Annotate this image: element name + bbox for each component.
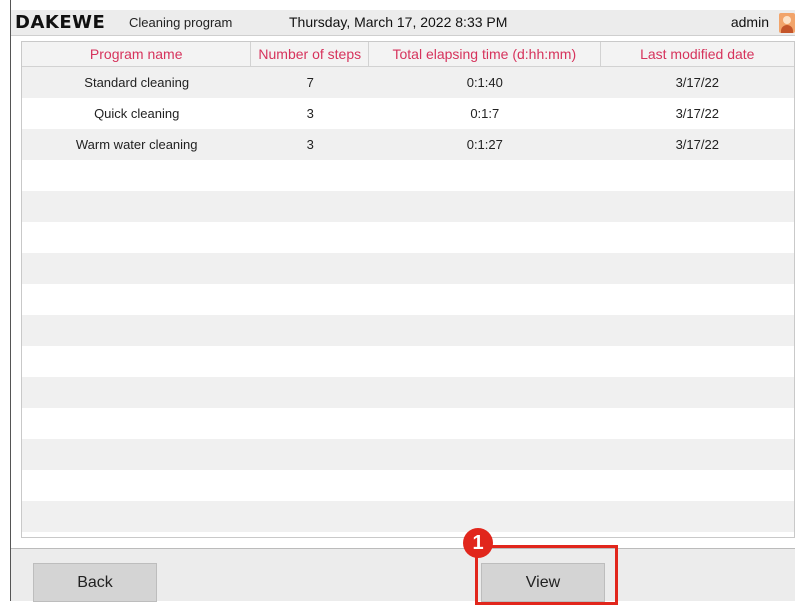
table-cell: 0:1:27: [466, 137, 503, 152]
program-table: Program name Number of steps Total elaps…: [21, 41, 795, 538]
table-cell: 0:1:7: [470, 106, 500, 121]
table-cell: 0:1:40: [466, 75, 503, 90]
brand-logo: DAKEWE: [15, 12, 106, 33]
empty-table-row: [22, 439, 794, 470]
step-marker: 1: [463, 528, 493, 558]
bottom-bar: Back View: [11, 548, 795, 602]
table-cell: 3: [306, 137, 314, 152]
table-row[interactable]: Warm water cleaning 3 0:1:27 3/17/22: [22, 129, 794, 160]
table-cell: 7: [306, 75, 314, 90]
table-header: Program name Number of steps Total elaps…: [22, 42, 794, 67]
table-cell: 3/17/22: [675, 75, 719, 90]
empty-table-row: [22, 377, 794, 408]
column-header-program-name[interactable]: Program name: [22, 42, 252, 66]
empty-table-row: [22, 501, 794, 532]
datetime-display: Thursday, March 17, 2022 8:33 PM: [289, 14, 508, 30]
empty-table-row: [22, 470, 794, 501]
back-button[interactable]: Back: [33, 563, 157, 602]
table-cell: Standard cleaning: [84, 75, 190, 90]
column-header-total-time[interactable]: Total elapsing time (d:hh:mm): [369, 42, 601, 66]
view-button-highlight: [475, 545, 618, 605]
empty-table-row: [22, 191, 794, 222]
username: admin: [730, 14, 769, 30]
empty-table-row: [22, 160, 794, 191]
column-header-number-of-steps[interactable]: Number of steps: [251, 42, 370, 66]
column-header-last-modified[interactable]: Last modified date: [601, 42, 794, 66]
empty-table-row: [22, 346, 794, 377]
table-cell: 3: [306, 106, 314, 121]
top-bar: DAKEWE Cleaning program Thursday, March …: [11, 10, 795, 36]
user-avatar-icon[interactable]: [779, 13, 795, 33]
table-cell: 3/17/22: [675, 106, 719, 121]
empty-table-row: [22, 315, 794, 346]
empty-table-row: [22, 408, 794, 439]
table-cell: Quick cleaning: [94, 106, 180, 121]
empty-table-row: [22, 253, 794, 284]
table-row[interactable]: Standard cleaning 7 0:1:40 3/17/22: [22, 67, 794, 98]
module-title: Cleaning program: [129, 15, 233, 30]
empty-table-row: [22, 222, 794, 253]
table-cell: Warm water cleaning: [75, 137, 198, 152]
table-body: Standard cleaning 7 0:1:40 3/17/22 Quick cle…: [22, 67, 794, 532]
empty-table-row: [22, 284, 794, 315]
table-cell: 3/17/22: [675, 137, 719, 152]
table-row[interactable]: Quick cleaning 3 0:1:7 3/17/22: [22, 98, 794, 129]
